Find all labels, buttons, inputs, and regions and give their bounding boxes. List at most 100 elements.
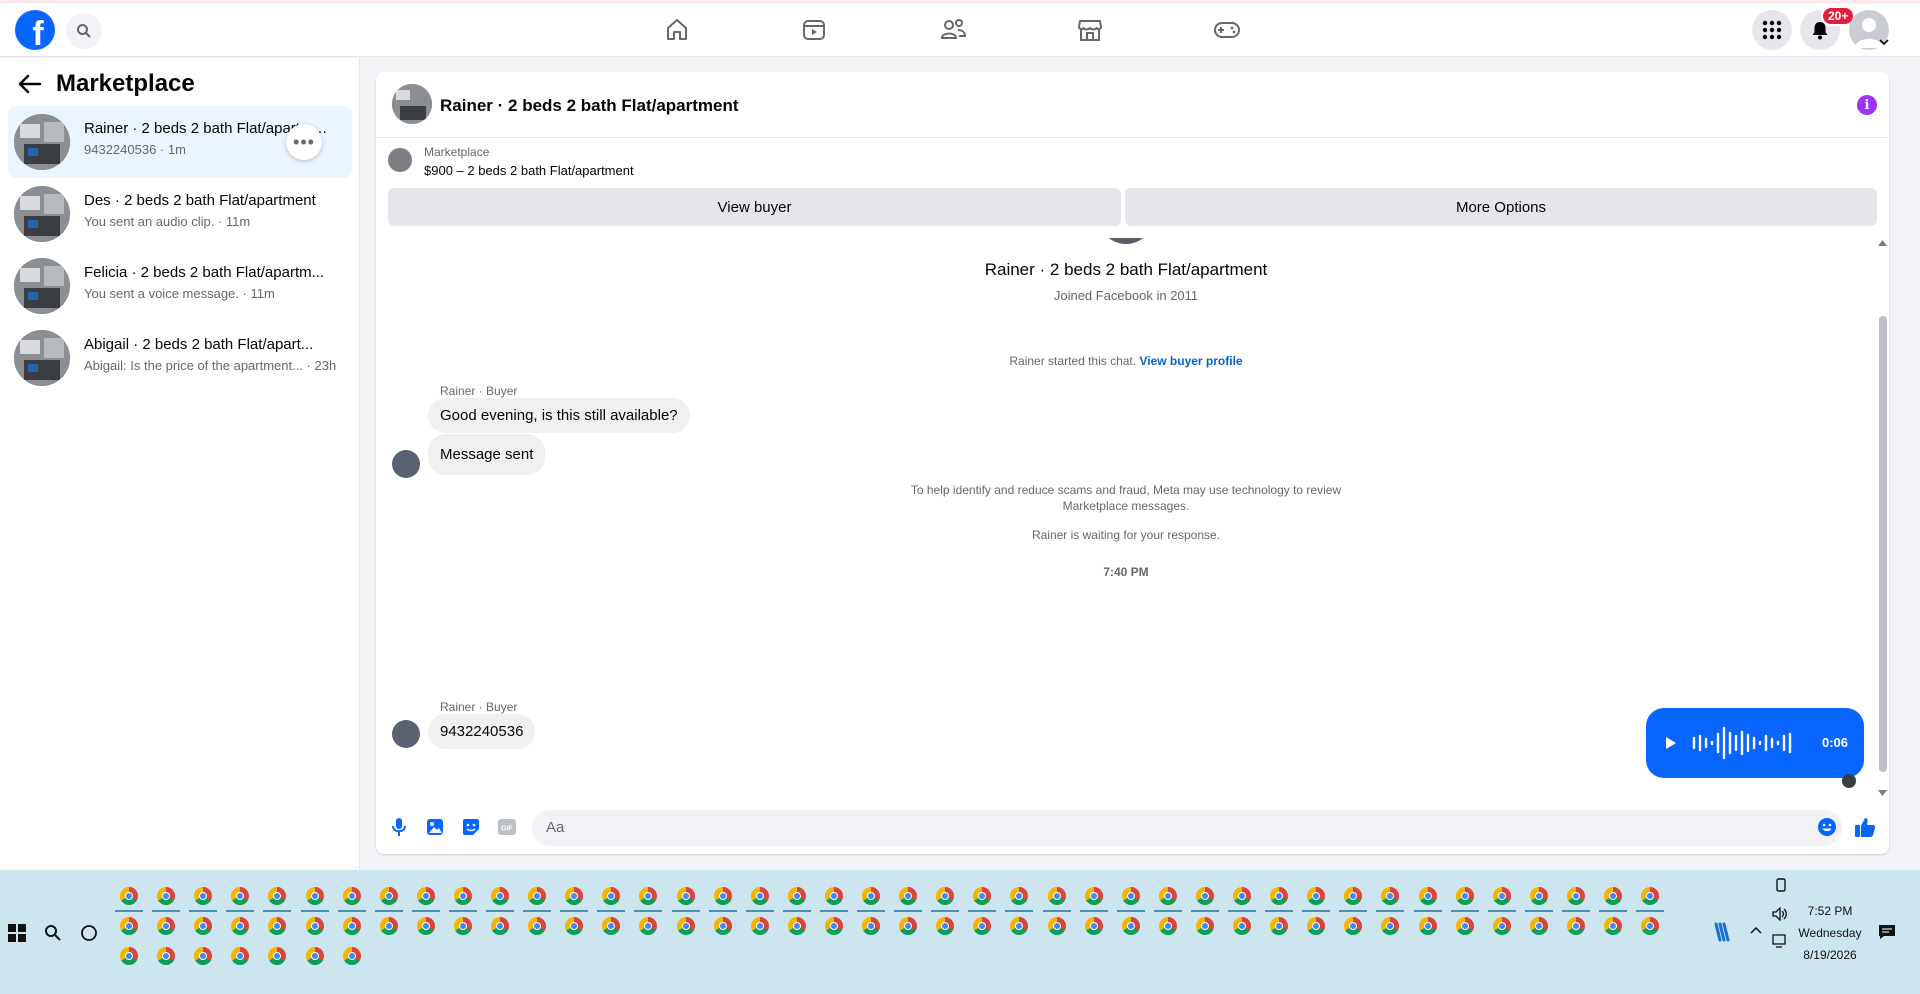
browser-window-icon[interactable] — [1418, 887, 1437, 905]
menu-button[interactable] — [1752, 10, 1792, 50]
browser-window-icon[interactable] — [1233, 887, 1251, 905]
conversation-item[interactable]: Abigail · 2 beds 2 bath Flat/apart... Ab… — [8, 322, 352, 394]
browser-window-icon[interactable] — [787, 917, 806, 935]
browser-window-icon[interactable] — [268, 947, 287, 965]
browser-window-icon[interactable] — [1047, 887, 1066, 905]
browser-window-icon[interactable] — [1158, 917, 1177, 935]
nav-marketplace[interactable] — [1035, 3, 1145, 57]
play-icon[interactable] — [1664, 736, 1678, 750]
browser-window-icon[interactable] — [824, 887, 843, 905]
browser-window-icon[interactable] — [1084, 917, 1103, 935]
chat-avatar[interactable] — [392, 84, 432, 124]
clock-day[interactable]: Wednesday — [1795, 926, 1865, 940]
browser-window-icon[interactable] — [231, 917, 250, 935]
browser-window-icon[interactable] — [342, 917, 361, 935]
nav-video[interactable] — [759, 3, 869, 57]
browser-window-icon[interactable] — [491, 887, 509, 905]
show-hidden-icons-chevron-icon[interactable] — [1750, 926, 1762, 934]
browser-window-icon[interactable] — [565, 917, 584, 935]
browser-window-icon[interactable] — [120, 947, 138, 965]
browser-window-icon[interactable] — [1307, 887, 1326, 905]
incoming-message[interactable]: 9432240536 — [428, 714, 536, 749]
browser-window-icon[interactable] — [1344, 887, 1363, 905]
browser-window-icon[interactable] — [1492, 917, 1511, 935]
browser-window-icon[interactable] — [1418, 917, 1437, 935]
browser-window-icon[interactable] — [1158, 887, 1177, 905]
browser-window-icon[interactable] — [750, 917, 769, 935]
incoming-message[interactable]: Good evening, is this still available? — [428, 398, 690, 433]
browser-window-icon[interactable] — [1010, 917, 1029, 935]
browser-window-icon[interactable] — [1121, 887, 1140, 905]
browser-window-icon[interactable] — [1195, 887, 1214, 905]
browser-window-icon[interactable] — [1010, 887, 1029, 905]
browser-window-icon[interactable] — [936, 917, 955, 935]
browser-window-icon[interactable] — [342, 887, 361, 905]
message-input[interactable]: Aa — [532, 810, 1842, 846]
browser-window-icon[interactable] — [416, 887, 435, 905]
browser-window-icon[interactable] — [1529, 917, 1548, 935]
browser-window-icon[interactable] — [1455, 887, 1474, 905]
nav-home[interactable] — [622, 3, 732, 57]
browser-window-icon[interactable] — [787, 887, 806, 905]
browser-window-icon[interactable] — [194, 917, 213, 935]
browser-window-icon[interactable] — [231, 947, 250, 965]
browser-window-icon[interactable] — [639, 887, 658, 905]
browser-window-icon[interactable] — [1641, 887, 1660, 905]
browser-window-icon[interactable] — [824, 917, 843, 935]
browser-window-icon[interactable] — [305, 947, 324, 965]
weather-widget-icon[interactable] — [1710, 920, 1734, 944]
browser-window-icon[interactable] — [713, 917, 732, 935]
browser-window-icon[interactable] — [973, 917, 992, 935]
browser-window-icon[interactable] — [528, 887, 547, 905]
browser-window-icon[interactable] — [268, 917, 287, 935]
browser-window-icon[interactable] — [194, 887, 213, 905]
browser-window-icon[interactable] — [491, 917, 509, 935]
browser-window-icon[interactable] — [1047, 917, 1066, 935]
browser-window-icon[interactable] — [268, 887, 287, 905]
emoji-button[interactable] — [1816, 816, 1838, 838]
chat-title[interactable]: Rainer · 2 beds 2 bath Flat/apartment — [440, 96, 739, 116]
view-buyer-profile-link[interactable]: View buyer profile — [1139, 354, 1242, 368]
browser-window-icon[interactable] — [1566, 887, 1585, 905]
attach-photo-button[interactable] — [424, 816, 446, 838]
nav-gaming[interactable] — [1172, 3, 1282, 57]
facebook-logo-icon[interactable]: f — [15, 10, 55, 50]
browser-window-icon[interactable] — [1121, 917, 1140, 935]
incoming-message[interactable]: Message sent — [428, 434, 546, 475]
voice-clip-button[interactable] — [388, 816, 410, 838]
browser-window-icon[interactable] — [713, 887, 732, 905]
clock-time[interactable]: 7:52 PM — [1800, 904, 1860, 918]
browser-window-icon[interactable] — [1084, 887, 1103, 905]
browser-window-icon[interactable] — [1307, 917, 1326, 935]
scroll-up-icon[interactable] — [1878, 240, 1887, 246]
view-buyer-button[interactable]: View buyer — [388, 188, 1121, 226]
browser-window-icon[interactable] — [1381, 917, 1400, 935]
browser-window-icon[interactable] — [1344, 917, 1363, 935]
browser-window-icon[interactable] — [1529, 887, 1548, 905]
browser-window-icon[interactable] — [602, 887, 621, 905]
browser-window-icon[interactable] — [1604, 917, 1622, 935]
conversation-more-button[interactable]: ••• — [286, 124, 322, 160]
browser-window-icon[interactable] — [453, 887, 472, 905]
volume-icon[interactable] — [1772, 907, 1788, 921]
sender-avatar[interactable] — [392, 720, 420, 748]
browser-window-icon[interactable] — [1604, 887, 1622, 905]
browser-window-icon[interactable] — [231, 887, 250, 905]
chevron-down-icon[interactable] — [1879, 38, 1889, 46]
sticker-button[interactable] — [460, 816, 482, 838]
sender-avatar[interactable] — [392, 450, 420, 478]
task-view-icon[interactable] — [80, 924, 98, 942]
browser-window-icon[interactable] — [157, 887, 176, 905]
browser-window-icon[interactable] — [750, 887, 769, 905]
windows-start-icon[interactable] — [8, 924, 26, 942]
browser-window-icon[interactable] — [120, 887, 138, 905]
browser-window-icon[interactable] — [1381, 887, 1400, 905]
browser-window-icon[interactable] — [1270, 887, 1289, 905]
browser-window-icon[interactable] — [157, 947, 176, 965]
browser-window-icon[interactable] — [936, 887, 955, 905]
pen-tray-icon[interactable] — [1774, 877, 1788, 893]
browser-window-icon[interactable] — [1195, 917, 1214, 935]
browser-window-icon[interactable] — [639, 917, 658, 935]
browser-window-icon[interactable] — [379, 917, 398, 935]
browser-window-icon[interactable] — [342, 947, 361, 965]
